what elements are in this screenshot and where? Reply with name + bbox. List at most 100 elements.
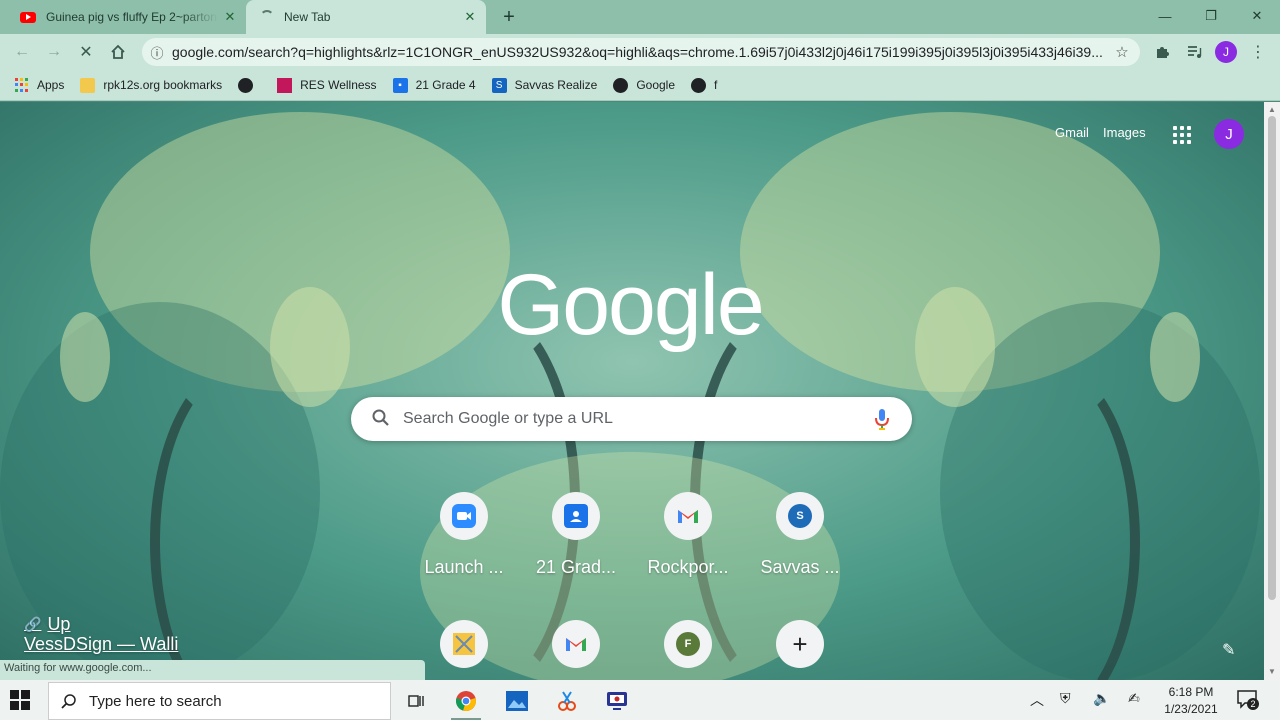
background-attribution[interactable]: 🔗 Up VessDSign — Walli: [24, 614, 178, 655]
add-shortcut-icon: +: [776, 620, 824, 668]
address-bar[interactable]: ⓘ google.com/search?q=highlights&rlz=1C1…: [142, 38, 1140, 66]
shortcut-yellow-app[interactable]: [408, 620, 520, 668]
bookmark-res-wellness[interactable]: RES Wellness: [277, 77, 377, 93]
taskbar-screen-app[interactable]: [594, 682, 640, 720]
scroll-down-arrow-icon[interactable]: ▼: [1268, 667, 1276, 676]
shortcut-f[interactable]: F: [632, 620, 744, 668]
attribution-author[interactable]: VessDSign — Walli: [24, 634, 178, 655]
bookmark-label: 21 Grade 4: [415, 78, 476, 92]
new-tab-button[interactable]: +: [496, 5, 522, 29]
tab-new-tab[interactable]: New Tab ✕: [246, 0, 486, 34]
add-shortcut-button[interactable]: +: [744, 620, 856, 668]
shortcut-letter: F: [676, 632, 700, 656]
account-avatar[interactable]: J: [1214, 119, 1244, 149]
shortcut-savvas[interactable]: S Savvas ...: [744, 492, 856, 578]
taskbar-search-input[interactable]: [89, 692, 369, 710]
minimize-button[interactable]: —: [1142, 0, 1188, 32]
bookmark-label: f: [714, 78, 718, 92]
taskbar-clock[interactable]: 6:18 PM 1/23/2021: [1152, 684, 1230, 718]
task-view-button[interactable]: [393, 682, 439, 720]
chrome-menu-button[interactable]: ⋮: [1244, 38, 1272, 66]
images-link[interactable]: Images: [1103, 125, 1146, 140]
shortcut-launch[interactable]: Launch ...: [408, 492, 520, 578]
show-hidden-icons-chevron[interactable]: ︿: [1030, 690, 1044, 710]
letter-f-icon: F: [664, 620, 712, 668]
pen-workspace-icon[interactable]: ✍: [1128, 690, 1140, 707]
res-wellness-icon: [277, 77, 293, 93]
info-icon[interactable]: ⓘ: [142, 43, 172, 62]
bookmark-savvas[interactable]: S Savvas Realize: [491, 77, 598, 93]
volume-icon[interactable]: 🔈: [1093, 690, 1110, 707]
shortcut-21-grade[interactable]: 21 Grad...: [520, 492, 632, 578]
fish-decoration: [915, 287, 995, 407]
photos-icon: [506, 691, 528, 711]
attribution-title[interactable]: Up: [47, 614, 70, 635]
bookmark-rpk12s[interactable]: rpk12s.org bookmarks: [80, 77, 222, 93]
search-input[interactable]: [403, 409, 863, 429]
bookmark-21-grade-4[interactable]: ▪ 21 Grade 4: [392, 77, 476, 93]
globe-icon: [613, 77, 629, 93]
shortcut-label: Launch ...: [424, 557, 504, 577]
folder-icon: [80, 77, 96, 93]
forward-button[interactable]: →: [40, 38, 68, 66]
savvas-s-icon: S: [776, 492, 824, 540]
home-button[interactable]: [104, 38, 132, 66]
bookmark-globe[interactable]: [238, 77, 261, 93]
bookmark-f[interactable]: f: [691, 77, 718, 93]
close-window-button[interactable]: ✕: [1234, 0, 1280, 32]
address-url[interactable]: google.com/search?q=highlights&rlz=1C1ON…: [172, 44, 1104, 60]
tab-title: Guinea pig vs fluffy Ep 2~partonl: [46, 10, 218, 24]
savvas-icon: S: [491, 77, 507, 93]
ntp-search-box[interactable]: [351, 397, 912, 441]
customize-pencil-icon[interactable]: ✎: [1222, 640, 1235, 660]
bookmark-google[interactable]: Google: [613, 77, 675, 93]
notification-count-badge: 2: [1247, 698, 1259, 710]
gmail-link[interactable]: Gmail: [1055, 125, 1089, 140]
windows-start-icon[interactable]: [10, 690, 30, 710]
shortcut-gmail[interactable]: [520, 620, 632, 668]
notification-center-icon[interactable]: 2: [1236, 688, 1259, 710]
shortcut-label: 21 Grad...: [535, 557, 617, 577]
bookmark-label: RES Wellness: [300, 78, 377, 92]
shortcut-rockport[interactable]: Rockpor...: [632, 492, 744, 578]
playlist-icon: [1188, 46, 1202, 58]
google-apps-icon[interactable]: [1173, 126, 1191, 144]
taskbar-chrome[interactable]: [443, 682, 489, 720]
profile-avatar[interactable]: J: [1215, 41, 1237, 63]
fish-decoration: [1150, 312, 1200, 402]
close-tab-icon[interactable]: ✕: [458, 5, 482, 29]
page-scrollbar[interactable]: ▲ ▼: [1264, 102, 1280, 680]
taskbar-search[interactable]: [48, 682, 391, 720]
microphone-icon[interactable]: [874, 407, 890, 431]
loading-spinner-icon: [260, 10, 274, 24]
tab-strip: Guinea pig vs fluffy Ep 2~partonl ✕ New …: [0, 0, 1280, 34]
back-button[interactable]: ←: [8, 38, 36, 66]
close-tab-icon[interactable]: ✕: [218, 5, 242, 29]
security-tray-icon[interactable]: ⛨: [1060, 690, 1071, 707]
taskbar-photos[interactable]: [494, 682, 540, 720]
task-view-icon: [408, 695, 424, 707]
extensions-button[interactable]: [1148, 38, 1176, 66]
home-icon: [111, 44, 125, 59]
scroll-up-arrow-icon[interactable]: ▲: [1268, 105, 1276, 114]
clock-date: 1/23/2021: [1164, 702, 1218, 716]
google-logo: Google: [497, 257, 764, 353]
stop-button[interactable]: ✕: [72, 38, 100, 66]
bookmark-star-icon[interactable]: ☆: [1104, 43, 1140, 61]
shortcut-label: Savvas ...: [760, 557, 840, 577]
savvas-letter: S: [788, 504, 812, 528]
gmail-icon: [664, 492, 712, 540]
chrome-icon: [456, 691, 476, 711]
search-icon: [61, 694, 76, 709]
tab-guinea-pig[interactable]: Guinea pig vs fluffy Ep 2~partonl ✕: [8, 0, 246, 34]
search-icon: [372, 409, 389, 426]
link-icon: 🔗: [24, 616, 42, 632]
scrollbar-thumb[interactable]: [1268, 116, 1276, 600]
bookmark-apps[interactable]: Apps: [14, 77, 64, 93]
taskbar-snipping-tool[interactable]: [544, 682, 590, 720]
media-control-button[interactable]: [1180, 38, 1208, 66]
bookmark-label: Savvas Realize: [514, 78, 598, 92]
status-bubble: Waiting for www.google.com...: [0, 660, 425, 680]
restore-button[interactable]: ❐: [1188, 0, 1234, 32]
classroom-icon: [552, 492, 600, 540]
